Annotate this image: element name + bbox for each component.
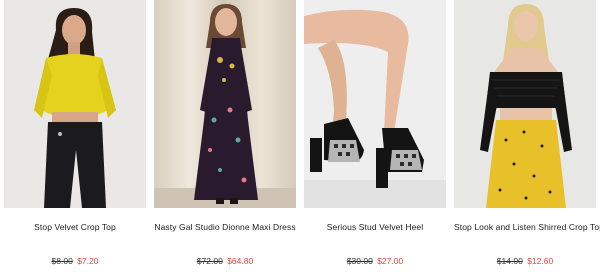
product-card[interactable]: Stop Velvet Crop Top $8.00 $7.20 xyxy=(4,0,146,272)
product-price: $72.00 $64.80 xyxy=(154,256,296,266)
product-image[interactable] xyxy=(154,0,296,208)
sale-price: $27.00 xyxy=(377,256,404,266)
product-grid: Stop Velvet Crop Top $8.00 $7.20 Nasty G… xyxy=(0,0,600,272)
product-card[interactable]: Stop Look and Listen Shirred Crop Top $1… xyxy=(454,0,600,272)
original-price: $30.00 xyxy=(346,256,373,266)
product-price: $8.00 $7.20 xyxy=(4,256,146,266)
sale-price: $7.20 xyxy=(77,256,99,266)
sale-price: $64.80 xyxy=(227,256,254,266)
product-price: $30.00 $27.00 xyxy=(304,256,446,266)
product-image[interactable] xyxy=(304,0,446,208)
product-name[interactable]: Nasty Gal Studio Dionne Maxi Dress xyxy=(154,222,296,232)
product-name[interactable]: Stop Velvet Crop Top xyxy=(4,222,146,232)
product-name[interactable]: Stop Look and Listen Shirred Crop Top xyxy=(454,222,600,232)
original-price: $8.00 xyxy=(51,256,73,266)
product-card[interactable]: Nasty Gal Studio Dionne Maxi Dress $72.0… xyxy=(154,0,296,272)
product-name[interactable]: Serious Stud Velvet Heel xyxy=(304,222,446,232)
product-price: $14.00 $12.60 xyxy=(454,256,596,266)
product-image[interactable] xyxy=(454,0,596,208)
original-price: $72.00 xyxy=(196,256,223,266)
product-card[interactable]: Serious Stud Velvet Heel $30.00 $27.00 xyxy=(304,0,446,272)
product-image[interactable] xyxy=(4,0,146,208)
original-price: $14.00 xyxy=(496,256,523,266)
sale-price: $12.60 xyxy=(527,256,554,266)
